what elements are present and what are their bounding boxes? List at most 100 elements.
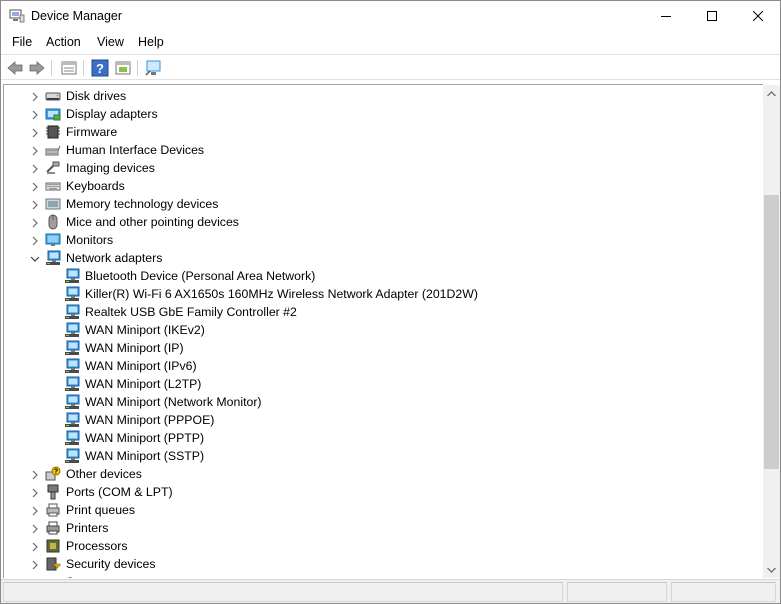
- chevron-right-icon[interactable]: [30, 577, 40, 578]
- network-icon: [64, 376, 80, 392]
- status-bar: [1, 579, 780, 603]
- tree-item-label: Keyboards: [66, 179, 125, 193]
- chevron-right-icon[interactable]: [30, 127, 40, 138]
- chevron-right-icon[interactable]: [30, 559, 40, 570]
- vertical-scrollbar[interactable]: [763, 85, 780, 578]
- scroll-up-button[interactable]: [763, 85, 780, 102]
- tree-item-label: Printers: [66, 521, 109, 535]
- device-tree[interactable]: Disk drives Display adapters Firmware Human…: [3, 84, 763, 578]
- minimize-button[interactable]: [643, 1, 689, 31]
- tree-item-monitors[interactable]: Monitors: [4, 231, 763, 249]
- tree-item-disk-drives[interactable]: Disk drives: [4, 87, 763, 105]
- forward-button[interactable]: [28, 59, 46, 77]
- memory-icon: [45, 196, 61, 212]
- tree-item-mice-and-other-pointing-devices[interactable]: Mice and other pointing devices: [4, 213, 763, 231]
- properties-view-icon: [61, 61, 77, 75]
- tree-item-wan-miniport-pppoe[interactable]: WAN Miniport (PPPOE): [4, 411, 763, 429]
- tree-item-security-devices[interactable]: Security devices: [4, 555, 763, 573]
- disk-drive-icon: [45, 88, 61, 104]
- tree-item-label: Security devices: [66, 557, 156, 571]
- tree-item-printers[interactable]: Printers: [4, 519, 763, 537]
- software-component-icon: [45, 574, 61, 578]
- tree-item-ports-com-lpt[interactable]: Ports (COM & LPT): [4, 483, 763, 501]
- tree-item-processors[interactable]: Processors: [4, 537, 763, 555]
- tree-item-imaging-devices[interactable]: Imaging devices: [4, 159, 763, 177]
- chevron-right-icon[interactable]: [30, 217, 40, 228]
- chevron-right-icon[interactable]: [30, 469, 40, 480]
- tree-item-label: Imaging devices: [66, 161, 155, 175]
- tree-item-print-queues[interactable]: Print queues: [4, 501, 763, 519]
- chevron-right-icon[interactable]: [30, 199, 40, 210]
- network-icon: [64, 448, 80, 464]
- tree-item-realtek-usb-gbe-family-controller-2[interactable]: Realtek USB GbE Family Controller #2: [4, 303, 763, 321]
- back-button[interactable]: [6, 59, 24, 77]
- firmware-icon: [45, 124, 61, 140]
- tree-item-label: Killer(R) Wi-Fi 6 AX1650s 160MHz Wireles…: [85, 287, 478, 301]
- chevron-right-icon[interactable]: [30, 541, 40, 552]
- tree-item-firmware[interactable]: Firmware: [4, 123, 763, 141]
- scrollbar-thumb[interactable]: [764, 195, 779, 469]
- scan-hardware-icon: [145, 60, 161, 76]
- security-device-icon: [45, 556, 61, 572]
- tree-item-network-adapters[interactable]: Network adapters: [4, 249, 763, 267]
- tree-item-s[interactable]: S: [4, 573, 763, 578]
- tree-item-label: WAN Miniport (IP): [85, 341, 184, 355]
- menu-file[interactable]: File: [12, 35, 32, 49]
- tree-item-label: Processors: [66, 539, 128, 553]
- scan-hardware-button[interactable]: [145, 59, 163, 77]
- tree-item-display-adapters[interactable]: Display adapters: [4, 105, 763, 123]
- tree-item-wan-miniport-pptp[interactable]: WAN Miniport (PPTP): [4, 429, 763, 447]
- tree-item-wan-miniport-ikev2[interactable]: WAN Miniport (IKEv2): [4, 321, 763, 339]
- menu-action[interactable]: Action: [46, 35, 81, 49]
- tree-item-bluetooth-device-personal-area-network[interactable]: Bluetooth Device (Personal Area Network): [4, 267, 763, 285]
- chevron-right-icon[interactable]: [30, 163, 40, 174]
- tree-item-other-devices[interactable]: ? Other devices: [4, 465, 763, 483]
- close-button[interactable]: [735, 1, 781, 31]
- chevron-right-icon[interactable]: [30, 145, 40, 156]
- help-button[interactable]: ?: [91, 59, 109, 77]
- menu-view[interactable]: View: [97, 35, 124, 49]
- network-icon: [64, 268, 80, 284]
- tree-item-label: S: [66, 575, 74, 578]
- help-icon: ?: [91, 59, 109, 77]
- tree-item-human-interface-devices[interactable]: Human Interface Devices: [4, 141, 763, 159]
- title-bar[interactable]: Device Manager: [1, 1, 780, 31]
- tree-item-memory-technology-devices[interactable]: Memory technology devices: [4, 195, 763, 213]
- chevron-down-icon[interactable]: [30, 253, 40, 263]
- scroll-down-button[interactable]: [763, 561, 780, 578]
- chevron-right-icon[interactable]: [30, 487, 40, 498]
- network-icon: [64, 322, 80, 338]
- chevron-down-icon: [767, 567, 776, 573]
- menu-help[interactable]: Help: [138, 35, 164, 49]
- maximize-button[interactable]: [689, 1, 735, 31]
- network-icon: [64, 286, 80, 302]
- tree-item-wan-miniport-ipv6[interactable]: WAN Miniport (IPv6): [4, 357, 763, 375]
- tree-item-keyboards[interactable]: Keyboards: [4, 177, 763, 195]
- chevron-right-icon[interactable]: [30, 505, 40, 516]
- network-icon: [64, 358, 80, 374]
- chevron-right-icon[interactable]: [30, 109, 40, 120]
- tree-item-wan-miniport-sstp[interactable]: WAN Miniport (SSTP): [4, 447, 763, 465]
- monitor-icon: [45, 232, 61, 248]
- hid-icon: [45, 142, 61, 158]
- network-icon: [64, 394, 80, 410]
- tree-item-label: Mice and other pointing devices: [66, 215, 239, 229]
- status-pane-main: [3, 582, 563, 602]
- properties-view-button[interactable]: [60, 59, 78, 77]
- tree-item-label: WAN Miniport (IPv6): [85, 359, 197, 373]
- chevron-right-icon[interactable]: [30, 523, 40, 534]
- tree-item-wan-miniport-network-monitor[interactable]: WAN Miniport (Network Monitor): [4, 393, 763, 411]
- update-driver-button[interactable]: [114, 59, 132, 77]
- maximize-icon: [707, 11, 717, 21]
- tree-item-wan-miniport-l2tp[interactable]: WAN Miniport (L2TP): [4, 375, 763, 393]
- tree-item-label: Memory technology devices: [66, 197, 219, 211]
- tree-item-wan-miniport-ip[interactable]: WAN Miniport (IP): [4, 339, 763, 357]
- tree-item-label: WAN Miniport (PPPOE): [85, 413, 215, 427]
- chevron-right-icon[interactable]: [30, 181, 40, 192]
- chevron-right-icon[interactable]: [30, 235, 40, 246]
- tree-item-label: Bluetooth Device (Personal Area Network): [85, 269, 316, 283]
- window-title: Device Manager: [31, 9, 123, 23]
- network-icon: [64, 430, 80, 446]
- chevron-right-icon[interactable]: [30, 91, 40, 102]
- tree-item-killer-r-wi-fi-6-ax1650s-160mhz-wireless-network-adapter-201d2w[interactable]: Killer(R) Wi-Fi 6 AX1650s 160MHz Wireles…: [4, 285, 763, 303]
